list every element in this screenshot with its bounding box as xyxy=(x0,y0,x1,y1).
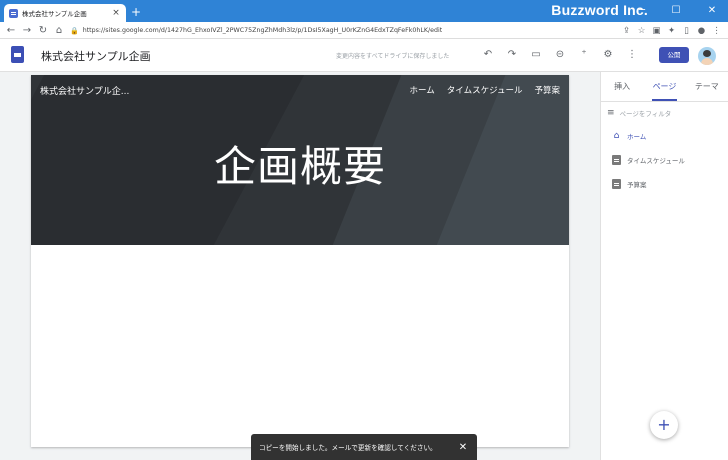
sites-favicon-icon xyxy=(9,8,18,18)
publish-button[interactable]: 公開 xyxy=(659,47,689,63)
url-text[interactable]: https://sites.google.com/d/1427hG_EhxoIV… xyxy=(83,27,442,34)
url-field[interactable]: 🔒 https://sites.google.com/d/1427hG_Ehxo… xyxy=(70,24,632,37)
page-item-home[interactable]: ⌂ ホーム xyxy=(601,124,728,148)
back-arrow-icon[interactable]: ← xyxy=(3,22,19,39)
browser-toolbar-icons: ⇪ ☆ ▣ ✦ ▯ ● ⋮ xyxy=(619,22,724,39)
site-title[interactable]: 株式会社サンプル企画 xyxy=(41,48,151,64)
account-icon[interactable]: ● xyxy=(694,26,709,36)
settings-gear-icon[interactable]: ⚙ xyxy=(596,46,620,64)
site-page[interactable]: 株式会社サンプル企... ホーム タイムスケジュール 予算案 企画概要 xyxy=(31,75,569,447)
page-filter[interactable]: ≡ ページをフィルタ xyxy=(601,102,728,124)
home-icon[interactable]: ⌂ xyxy=(51,22,67,39)
filter-placeholder: ページをフィルタ xyxy=(619,110,672,118)
nav-item-home[interactable]: ホーム xyxy=(409,84,434,96)
extension-icon[interactable]: ▣ xyxy=(649,26,664,36)
link-icon[interactable]: ⊝ xyxy=(548,46,572,64)
share-icon[interactable]: ⇪ xyxy=(619,26,634,36)
tab-pages[interactable]: ページ xyxy=(643,72,685,101)
home-icon: ⌂ xyxy=(613,131,620,141)
minimize-button[interactable]: ─ xyxy=(630,0,654,22)
lock-icon: 🔒 xyxy=(70,26,79,35)
page-item-label: タイムスケジュール xyxy=(627,157,685,165)
menu-icon[interactable]: ⋮ xyxy=(709,26,724,36)
tab-insert[interactable]: 挿入 xyxy=(601,72,643,101)
site-navigation: ホーム タイムスケジュール 予算案 xyxy=(409,84,560,96)
page-item-schedule[interactable]: タイムスケジュール xyxy=(601,148,728,172)
header-banner[interactable]: 株式会社サンプル企... ホーム タイムスケジュール 予算案 企画概要 xyxy=(31,75,569,245)
sites-logo-icon[interactable] xyxy=(11,46,24,63)
share-with-others-icon[interactable]: ⁺ xyxy=(572,46,596,64)
sidebar-icon[interactable]: ▯ xyxy=(679,26,694,36)
snackbar: コピーを開始しました。メールで更新を確認してください。 ✕ xyxy=(251,434,477,460)
close-icon[interactable]: ✕ xyxy=(457,442,469,453)
sites-editor-header: 株式会社サンプル企画 変更内容をすべてドライブに保存しました ↶ ↷ ▭ ⊝ ⁺… xyxy=(0,39,728,72)
tab-themes[interactable]: テーマ xyxy=(686,72,728,101)
filter-icon: ≡ xyxy=(607,108,615,118)
editor-canvas: 株式会社サンプル企... ホーム タイムスケジュール 予算案 企画概要 xyxy=(0,72,600,460)
right-panel: 挿入 ページ テーマ ≡ ページをフィルタ ⌂ ホーム タイムスケジュール 予算… xyxy=(600,72,728,460)
user-avatar[interactable] xyxy=(698,47,716,65)
nav-item-schedule[interactable]: タイムスケジュール xyxy=(447,84,523,96)
maximize-button[interactable]: ☐ xyxy=(664,0,688,22)
address-bar: ← → ↻ ⌂ 🔒 https://sites.google.com/d/142… xyxy=(0,22,728,39)
undo-icon[interactable]: ↶ xyxy=(476,46,500,64)
page-item-label: 予算案 xyxy=(627,181,647,189)
save-status: 変更内容をすべてドライブに保存しました xyxy=(336,53,450,60)
add-page-button[interactable]: + xyxy=(650,411,678,439)
page-item-label: ホーム xyxy=(627,133,647,141)
hero-title[interactable]: 企画概要 xyxy=(31,133,569,194)
forward-arrow-icon[interactable]: → xyxy=(19,22,35,39)
page-item-budget[interactable]: 予算案 xyxy=(601,172,728,196)
tab-title: 株式会社サンプル企画 xyxy=(22,10,87,18)
preview-icon[interactable]: ▭ xyxy=(524,46,548,64)
browser-tab[interactable]: 株式会社サンプル企画 × xyxy=(4,4,126,22)
redo-icon[interactable]: ↷ xyxy=(500,46,524,64)
site-name[interactable]: 株式会社サンプル企... xyxy=(40,84,129,97)
page-icon xyxy=(612,155,621,165)
new-tab-button[interactable]: + xyxy=(130,5,142,19)
close-window-button[interactable]: ✕ xyxy=(700,0,724,22)
tab-close-icon[interactable]: × xyxy=(111,8,121,18)
browser-titlebar: 株式会社サンプル企画 × + Buzzword Inc. ─ ☐ ✕ xyxy=(0,0,728,22)
snackbar-message: コピーを開始しました。メールで更新を確認してください。 xyxy=(259,444,437,452)
nav-item-budget[interactable]: 予算案 xyxy=(534,84,560,96)
page-icon xyxy=(612,179,621,189)
more-options-icon[interactable]: ⋮ xyxy=(620,46,644,64)
star-icon[interactable]: ☆ xyxy=(634,26,649,36)
panel-tabs: 挿入 ページ テーマ xyxy=(601,72,728,102)
puzzle-icon[interactable]: ✦ xyxy=(664,26,679,36)
reload-icon[interactable]: ↻ xyxy=(35,22,51,39)
